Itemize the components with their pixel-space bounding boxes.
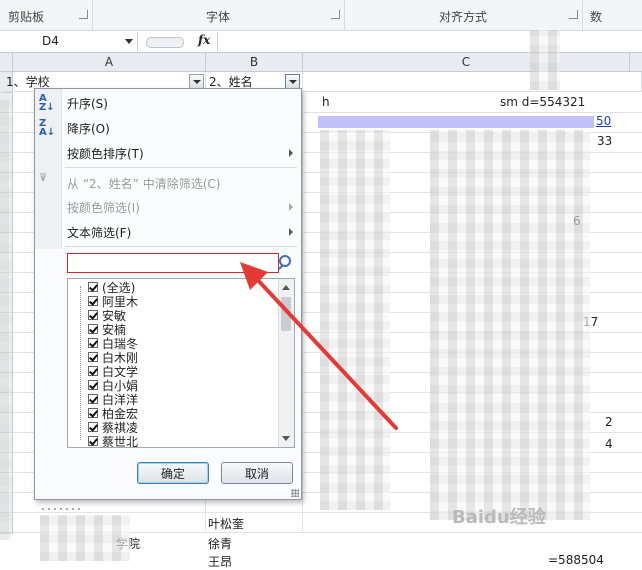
annotation-arrow-shaft: [252, 274, 398, 430]
annotation-arrow-icon: [240, 262, 398, 430]
watermark: Baidu经验: [452, 507, 546, 528]
